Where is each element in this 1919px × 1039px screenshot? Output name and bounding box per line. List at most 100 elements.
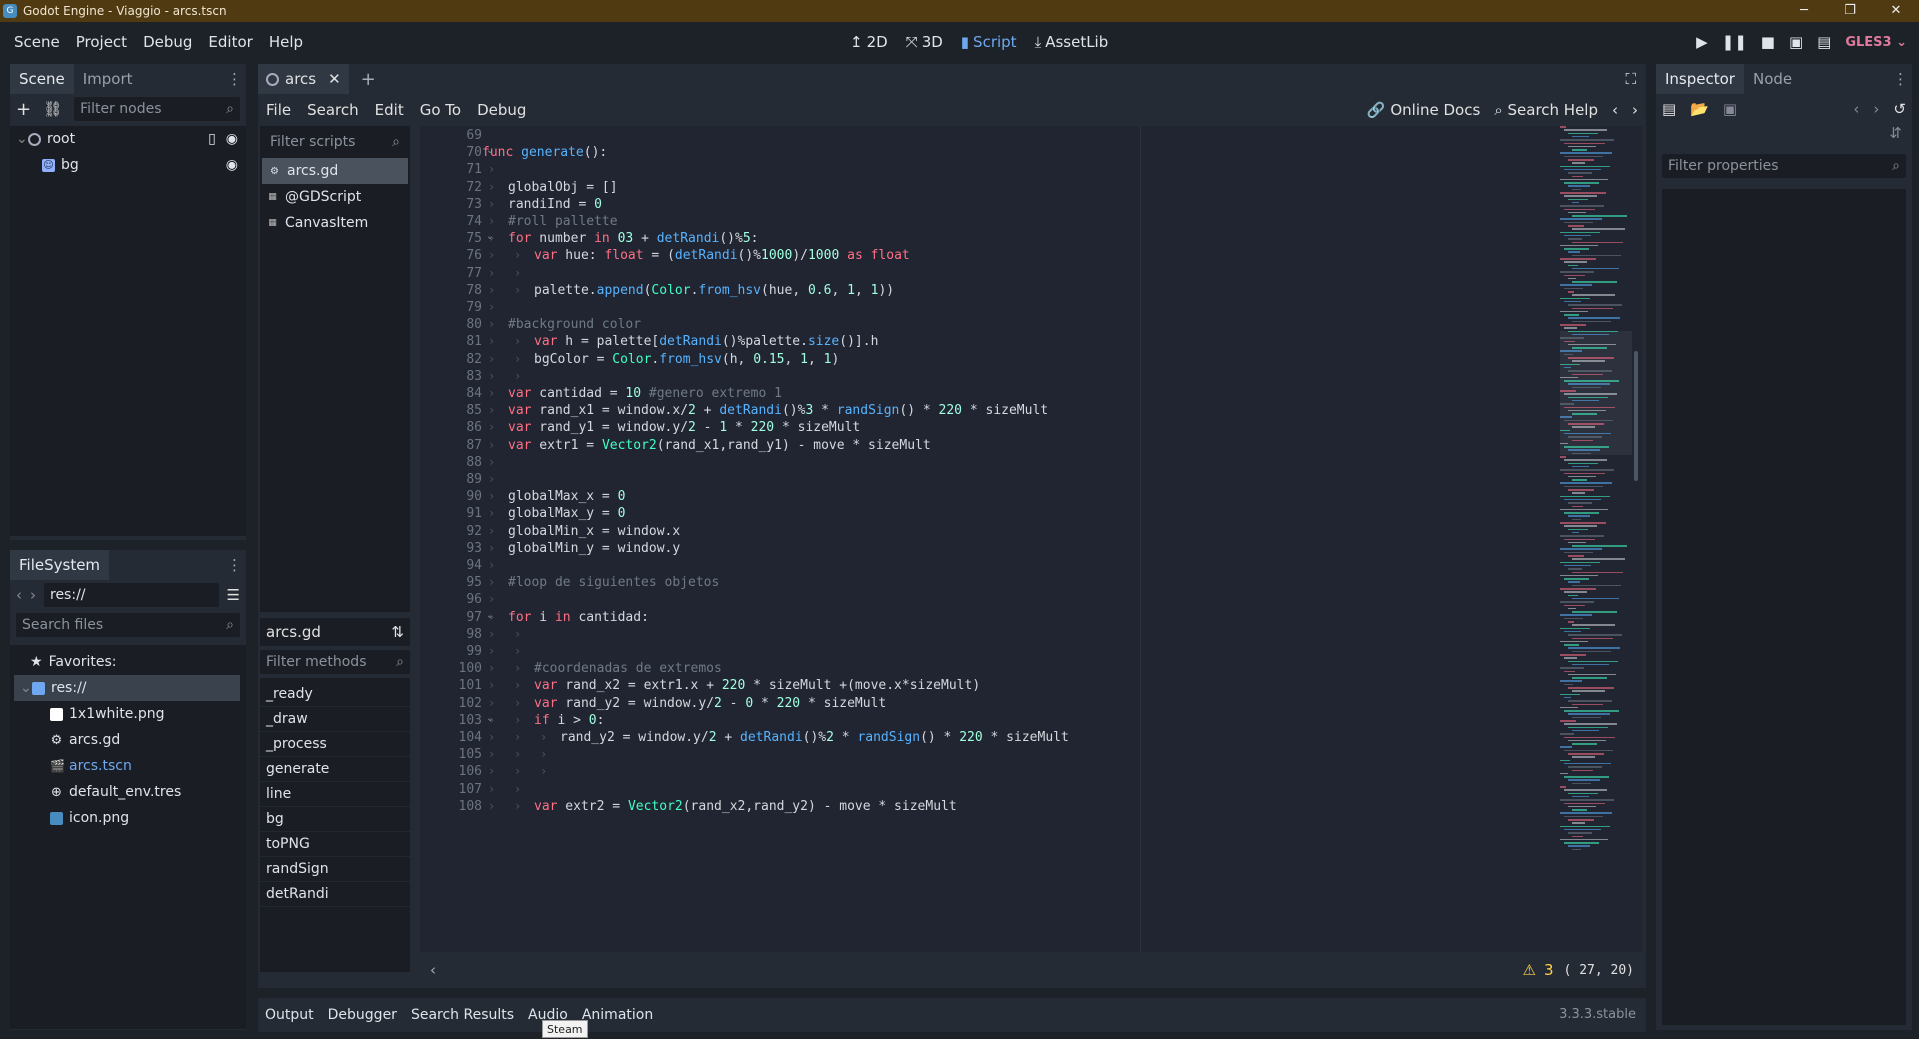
line-number: 73 <box>466 196 482 212</box>
file-item[interactable]: ⊕ default_env.tres <box>10 779 246 805</box>
maximize-button[interactable]: ❐ <box>1827 0 1873 22</box>
scene-tree: ⌄ root ▯ ◉ ☺ bg ◉ <box>10 126 246 536</box>
search-help-button[interactable]: ⌕ Search Help <box>1494 101 1598 119</box>
link-icon[interactable]: ⛓ <box>43 100 62 118</box>
forward-arrow-icon[interactable]: › <box>30 586 36 604</box>
object-properties-icon[interactable]: ⇵ <box>1656 124 1912 150</box>
method-item[interactable]: _ready <box>260 682 410 707</box>
save-icon[interactable]: ▣ <box>1723 100 1737 118</box>
menu-editor[interactable]: Editor <box>200 33 260 51</box>
warning-count[interactable]: 3 <box>1544 961 1554 979</box>
stop-icon[interactable]: ■ <box>1761 33 1775 51</box>
menu-debug[interactable]: Debug <box>135 33 200 51</box>
filter-methods-input[interactable]: Filter methods ⌕ <box>260 650 410 674</box>
minimap-line <box>1560 403 1574 405</box>
dock-menu-icon[interactable]: ⋮ <box>227 550 246 580</box>
code-editor[interactable]: 69 70 ⌄ func generate(): 71 72 globalObj = [] 7… <box>420 126 1642 952</box>
file-item[interactable]: icon.png <box>10 805 246 831</box>
warning-icon[interactable]: ⚠ <box>1523 961 1536 979</box>
visibility-eye-icon[interactable]: ◉ <box>226 152 238 178</box>
tab-debugger[interactable]: Debugger <box>321 1007 404 1023</box>
method-item[interactable]: generate <box>260 757 410 782</box>
add-tab-icon[interactable]: + <box>361 69 376 90</box>
next-script-icon[interactable]: › <box>1632 101 1638 119</box>
method-item[interactable]: line <box>260 782 410 807</box>
script-menu-debug[interactable]: Debug <box>469 101 534 119</box>
tree-node-root[interactable]: ⌄ root ▯ ◉ <box>10 126 246 152</box>
distraction-free-icon[interactable]: ⛶ <box>1625 70 1636 88</box>
toggle-scripts-panel-icon[interactable]: ‹ <box>430 961 436 979</box>
script-item[interactable]: ⚙ arcs.gd <box>262 158 408 184</box>
workspace-2d-button[interactable]: ↥ 2D <box>850 33 888 51</box>
workspace-3d-button[interactable]: ⤧ 3D <box>906 33 943 51</box>
sort-icon[interactable]: ⇅ <box>391 623 404 641</box>
search-files-input[interactable]: Search files ⌕ <box>16 613 240 637</box>
tab-inspector[interactable]: Inspector <box>1656 64 1744 94</box>
dock-menu-icon[interactable]: ⋮ <box>227 64 246 94</box>
minimize-button[interactable]: ─ <box>1781 0 1827 22</box>
indent-marker: › <box>488 351 496 366</box>
visibility-eye-icon[interactable]: ◉ <box>226 126 238 152</box>
tab-output[interactable]: Output <box>258 1007 321 1023</box>
play-icon[interactable]: ▶ <box>1696 33 1708 51</box>
minimap-line <box>1560 720 1576 722</box>
tree-node-bg[interactable]: ☺ bg ◉ <box>10 152 246 178</box>
favorites-item[interactable]: ★ Favorites: <box>10 649 246 675</box>
tab-arcs[interactable]: arcs ✕ <box>258 64 349 94</box>
method-item[interactable]: toPNG <box>260 832 410 857</box>
tab-filesystem[interactable]: FileSystem <box>10 550 110 580</box>
menu-project[interactable]: Project <box>68 33 135 51</box>
script-item[interactable]: ▦ CanvasItem <box>260 210 410 236</box>
vertical-scrollbar[interactable] <box>1634 351 1638 481</box>
back-arrow-icon[interactable]: ‹ <box>16 586 22 604</box>
dock-menu-icon[interactable]: ⋮ <box>1893 64 1912 94</box>
prev-script-icon[interactable]: ‹ <box>1612 101 1618 119</box>
path-field[interactable]: res:// <box>44 583 219 607</box>
close-tab-icon[interactable]: ✕ <box>328 70 341 88</box>
tab-node[interactable]: Node <box>1744 64 1801 94</box>
history-forward-icon[interactable]: › <box>1873 100 1879 118</box>
tab-scene[interactable]: Scene <box>10 64 74 94</box>
menu-scene[interactable]: Scene <box>6 33 68 51</box>
script-menu-file[interactable]: File <box>258 101 299 119</box>
script-menu-goto[interactable]: Go To <box>412 101 469 119</box>
tab-animation[interactable]: Animation <box>575 1007 660 1023</box>
script-menu-search[interactable]: Search <box>299 101 367 119</box>
script-attached-icon[interactable]: ▯ <box>208 126 216 152</box>
file-item[interactable]: ⚙ arcs.gd <box>10 727 246 753</box>
list-view-icon[interactable]: ☰ <box>227 586 240 604</box>
minimap-line <box>1564 327 1577 329</box>
file-item[interactable]: 🎬 arcs.tscn <box>10 753 246 779</box>
online-docs-button[interactable]: 🔗 Online Docs <box>1367 101 1480 119</box>
menu-help[interactable]: Help <box>261 33 311 51</box>
new-resource-icon[interactable]: ▤ <box>1662 100 1676 118</box>
method-item[interactable]: detRandi <box>260 882 410 907</box>
script-item[interactable]: ▦ @GDScript <box>260 184 410 210</box>
workspace-assetlib-button[interactable]: ⤓ AssetLib <box>1035 33 1109 51</box>
method-item[interactable]: randSign <box>260 857 410 882</box>
line-number: 84 <box>466 386 482 401</box>
script-menu-edit[interactable]: Edit <box>367 101 412 119</box>
filter-scripts-input[interactable]: Filter scripts ⌕ <box>264 130 406 154</box>
file-item[interactable]: 1x1white.png <box>10 701 246 727</box>
filter-nodes-input[interactable]: Filter nodes ⌕ <box>74 97 240 121</box>
close-window-button[interactable]: ✕ <box>1873 0 1919 22</box>
tab-search-results[interactable]: Search Results <box>404 1007 521 1023</box>
renderer-select[interactable]: GLES3 ⌄ <box>1845 35 1907 50</box>
doc-icon: ▦ <box>268 217 277 228</box>
add-node-icon[interactable]: + <box>16 99 31 120</box>
workspace-script-button[interactable]: ▮ Script <box>961 33 1017 51</box>
pause-icon[interactable]: ❚❚ <box>1722 33 1747 51</box>
method-item[interactable]: _process <box>260 732 410 757</box>
folder-res-root[interactable]: ⌄ res:// <box>14 675 240 701</box>
minimap[interactable] <box>1560 126 1632 886</box>
tab-import[interactable]: Import <box>74 64 142 94</box>
method-item[interactable]: _draw <box>260 707 410 732</box>
open-folder-icon[interactable]: 📂 <box>1690 100 1709 118</box>
method-item[interactable]: bg <box>260 807 410 832</box>
history-icon[interactable]: ↺ <box>1893 100 1906 118</box>
play-scene-icon[interactable]: ▣ <box>1789 33 1803 51</box>
play-custom-scene-icon[interactable]: ▤ <box>1817 33 1831 51</box>
history-back-icon[interactable]: ‹ <box>1853 100 1859 118</box>
filter-properties-input[interactable]: Filter properties ⌕ <box>1662 154 1906 178</box>
